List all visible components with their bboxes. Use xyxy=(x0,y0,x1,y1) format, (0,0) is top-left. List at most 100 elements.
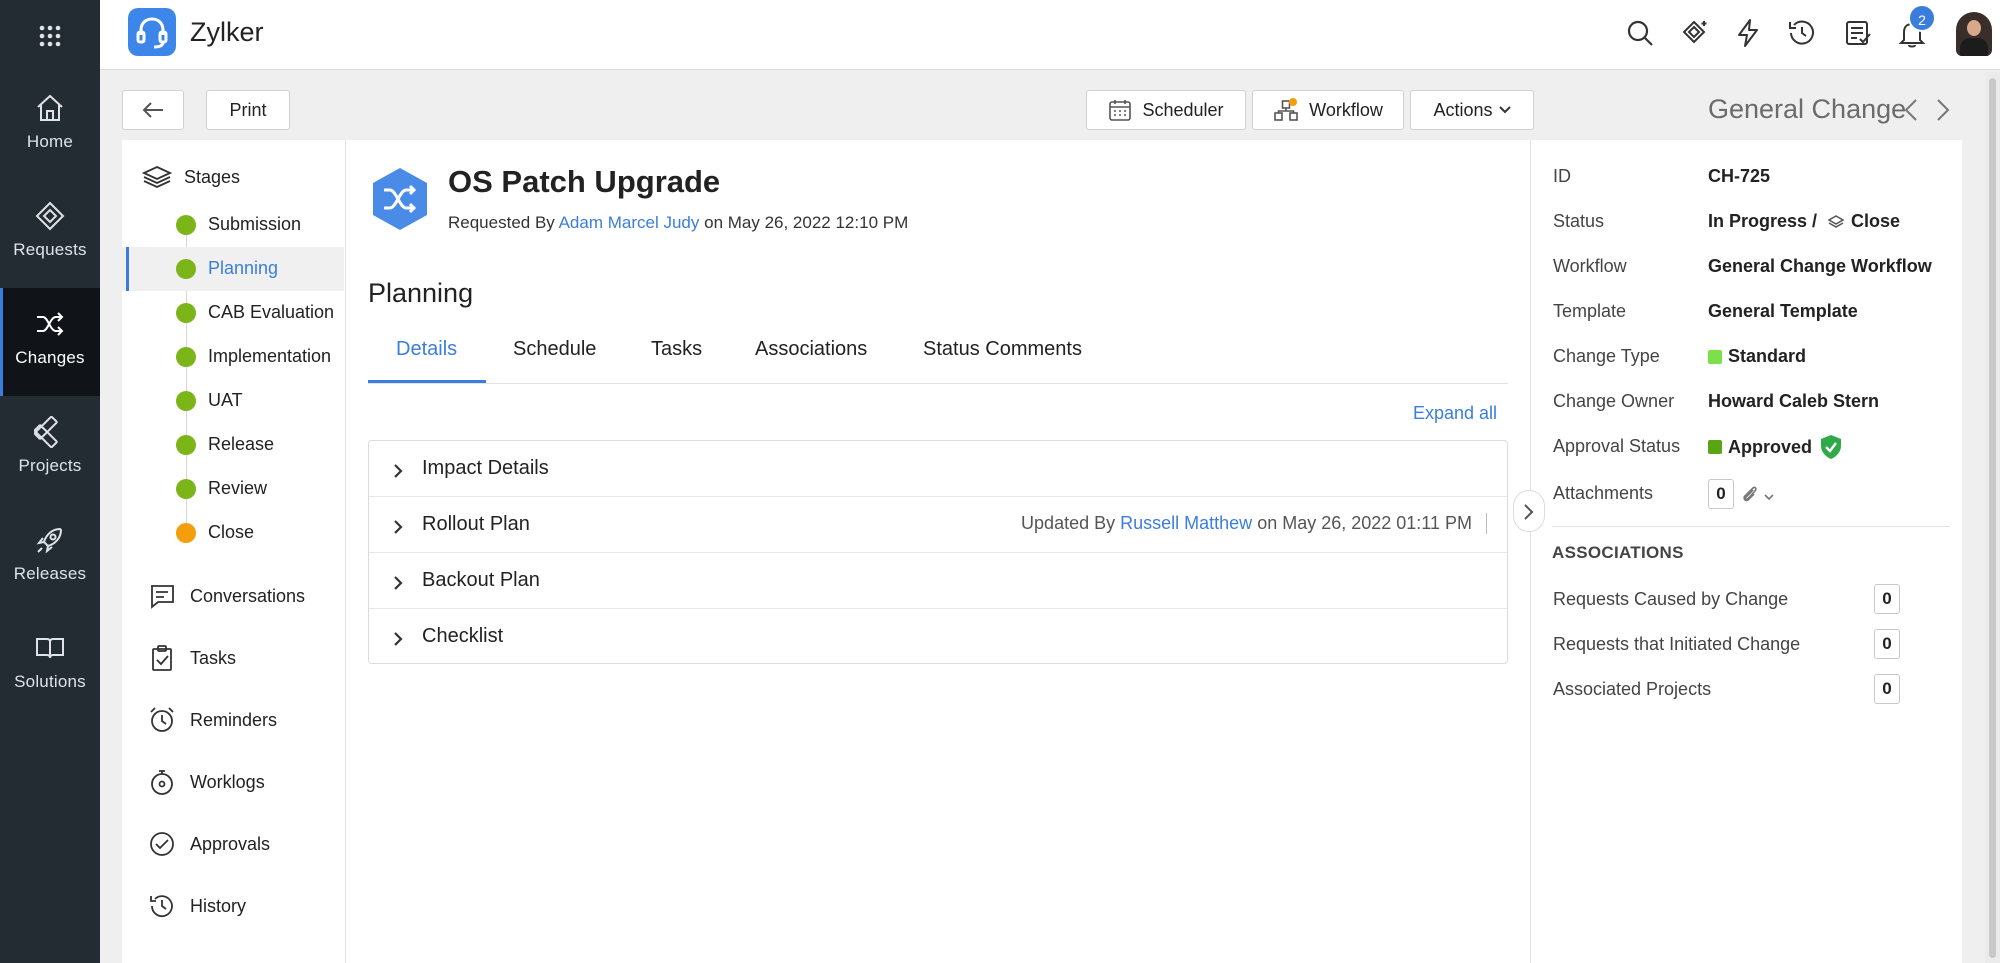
assoc-requests-caused-count[interactable]: 0 xyxy=(1874,584,1900,614)
approval-status-value: Approved xyxy=(1708,434,1842,460)
ai-sparkle-icon[interactable] xyxy=(1678,17,1710,49)
scrollbar-thumb[interactable] xyxy=(1989,78,1996,958)
next-record-icon[interactable] xyxy=(1936,98,1950,127)
assoc-requests-initiated-count[interactable]: 0 xyxy=(1874,629,1900,659)
app-grid-icon[interactable] xyxy=(38,24,62,48)
stage-submission[interactable]: Submission xyxy=(122,203,344,247)
tab-status-comments[interactable]: Status Comments xyxy=(923,338,1082,361)
details-accordion: Impact Details Rollout Plan Updated By R… xyxy=(368,440,1508,664)
requester-link[interactable]: Adam Marcel Judy xyxy=(559,213,700,232)
assoc-requests-initiated-label: Requests that Initiated Change xyxy=(1553,634,1801,654)
stage-status-dot xyxy=(176,391,196,411)
change-type-swatch xyxy=(1708,349,1722,364)
chat-icon xyxy=(151,585,174,609)
workflow-button[interactable]: Workflow xyxy=(1252,90,1404,130)
nav-releases[interactable]: Releases xyxy=(0,504,100,612)
tab-schedule[interactable]: Schedule xyxy=(513,338,596,361)
paperclip-icon xyxy=(1743,486,1757,502)
accordion-rollout-plan[interactable]: Rollout Plan Updated By Russell Matthew … xyxy=(369,497,1507,553)
headset-icon xyxy=(136,17,168,49)
attachments-label: Attachments xyxy=(1553,483,1654,503)
top-bar: Zylker 2 xyxy=(100,0,2000,70)
stage-status-dot xyxy=(176,259,196,279)
sidelink-tasks[interactable]: Tasks xyxy=(148,644,236,672)
search-icon[interactable] xyxy=(1624,17,1656,49)
scheduler-button[interactable]: Scheduler xyxy=(1086,90,1246,130)
stage-planning[interactable]: Planning xyxy=(122,247,344,291)
associations-header: ASSOCIATIONS xyxy=(1552,543,1684,562)
previous-record-icon[interactable] xyxy=(1904,98,1918,127)
updated-by-link[interactable]: Russell Matthew xyxy=(1120,513,1252,533)
id-label: ID xyxy=(1553,166,1571,186)
attachments-count: 0 xyxy=(1708,479,1734,509)
stage-review[interactable]: Review xyxy=(122,467,344,511)
page-scrollbar[interactable] xyxy=(1985,72,2000,963)
change-owner-label: Change Owner xyxy=(1553,391,1675,411)
tab-tasks[interactable]: Tasks xyxy=(651,338,702,361)
workflow-label: Workflow xyxy=(1309,99,1383,120)
workflow-icon xyxy=(1274,98,1298,121)
lightning-icon[interactable] xyxy=(1732,17,1764,49)
left-navigation: Home Requests Changes Projects Releases … xyxy=(0,0,100,963)
chevron-right-icon xyxy=(394,464,403,478)
nav-changes[interactable]: Changes xyxy=(0,288,100,396)
actions-label: Actions xyxy=(1433,99,1493,120)
history-icon xyxy=(150,895,173,918)
change-owner-value: Howard Caleb Stern xyxy=(1708,391,1880,411)
attachment-dropdown[interactable] xyxy=(1740,484,1775,509)
calendar-icon xyxy=(1109,100,1132,121)
alarm-clock-icon xyxy=(150,707,174,732)
tab-associations[interactable]: Associations xyxy=(755,338,867,361)
sidelink-reminders[interactable]: Reminders xyxy=(148,706,277,734)
nav-home[interactable]: Home xyxy=(0,72,100,180)
sidelink-approvals[interactable]: Approvals xyxy=(148,830,270,858)
tab-details[interactable]: Details xyxy=(396,338,457,361)
print-button[interactable]: Print xyxy=(206,90,290,130)
nav-requests[interactable]: Requests xyxy=(0,180,100,288)
chevron-right-icon xyxy=(394,520,403,534)
stage-status-dot xyxy=(176,215,196,235)
nav-solutions[interactable]: Solutions xyxy=(0,612,100,720)
notification-badge: 2 xyxy=(1908,4,1936,32)
nav-projects[interactable]: Projects xyxy=(0,396,100,504)
chevron-right-icon xyxy=(394,632,403,646)
approval-status-label: Approval Status xyxy=(1553,436,1681,456)
stage-status-dot xyxy=(176,435,196,455)
stage-cab-evaluation[interactable]: CAB Evaluation xyxy=(122,291,344,335)
chevron-right-icon xyxy=(1524,504,1534,520)
stage-release[interactable]: Release xyxy=(122,423,344,467)
stage-status-dot xyxy=(176,303,196,323)
check-circle-icon xyxy=(150,832,174,856)
expand-all-link[interactable]: Expand all xyxy=(1413,403,1497,424)
accordion-impact-details[interactable]: Impact Details xyxy=(369,441,1507,497)
sidelink-conversations[interactable]: Conversations xyxy=(148,582,305,610)
stopwatch-icon xyxy=(151,770,173,795)
arrow-left-icon xyxy=(142,102,163,118)
status-value[interactable]: In Progress / Close xyxy=(1708,211,1900,232)
chevron-down-icon xyxy=(1764,494,1775,501)
stage-close[interactable]: Close xyxy=(122,511,344,555)
home-icon xyxy=(37,94,63,121)
change-type-value: Standard xyxy=(1708,346,1806,367)
zylker-logo[interactable] xyxy=(128,8,176,56)
rocket-icon xyxy=(36,527,63,554)
sidelink-history[interactable]: History xyxy=(148,892,246,920)
stage-uat[interactable]: UAT xyxy=(122,379,344,423)
workflow-label-text: Workflow xyxy=(1553,256,1627,276)
user-avatar[interactable] xyxy=(1956,12,1992,56)
accordion-backout-plan[interactable]: Backout Plan xyxy=(369,553,1507,609)
change-type-icon xyxy=(370,166,430,237)
collapse-panel-button[interactable] xyxy=(1513,490,1545,532)
projects-icon xyxy=(34,416,58,448)
requests-icon xyxy=(35,201,65,231)
back-button[interactable] xyxy=(122,90,184,130)
history-clock-icon[interactable] xyxy=(1786,17,1818,49)
change-type-label: Change Type xyxy=(1553,346,1660,366)
actions-dropdown[interactable]: Actions xyxy=(1410,90,1534,130)
assoc-projects-count[interactable]: 0 xyxy=(1874,674,1900,704)
scheduler-label: Scheduler xyxy=(1142,99,1224,120)
sidelink-worklogs[interactable]: Worklogs xyxy=(148,768,265,796)
stage-implementation[interactable]: Implementation xyxy=(122,335,344,379)
notes-checklist-icon[interactable] xyxy=(1842,17,1874,49)
accordion-checklist[interactable]: Checklist xyxy=(369,609,1507,665)
